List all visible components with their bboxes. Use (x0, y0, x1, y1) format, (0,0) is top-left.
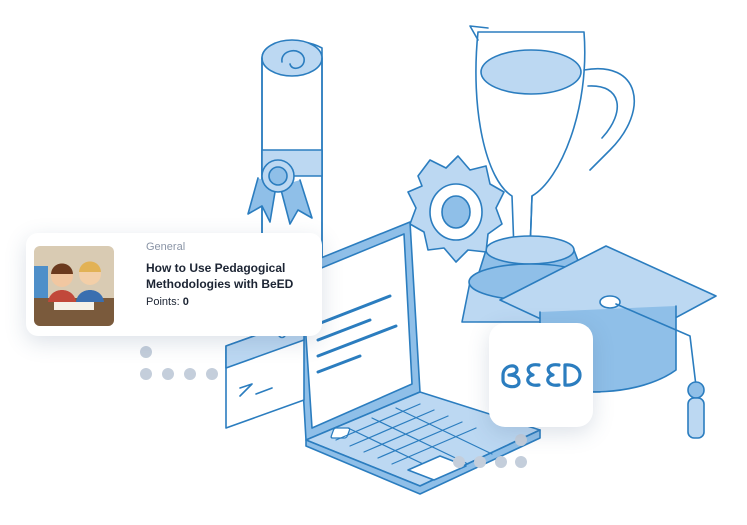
dot-pattern-left (140, 346, 218, 380)
course-card[interactable]: General How to Use Pedagogical Methodolo… (26, 233, 322, 336)
course-title[interactable]: How to Use Pedagogical Methodologies wit… (146, 260, 316, 292)
course-points: Points: 0 (146, 296, 189, 308)
course-thumbnail (34, 246, 114, 326)
points-value: 0 (182, 296, 189, 308)
course-category: General (146, 241, 186, 253)
brand-logo-tile (489, 323, 593, 427)
points-label: Points: (146, 296, 180, 308)
beed-logo-icon (501, 363, 582, 389)
